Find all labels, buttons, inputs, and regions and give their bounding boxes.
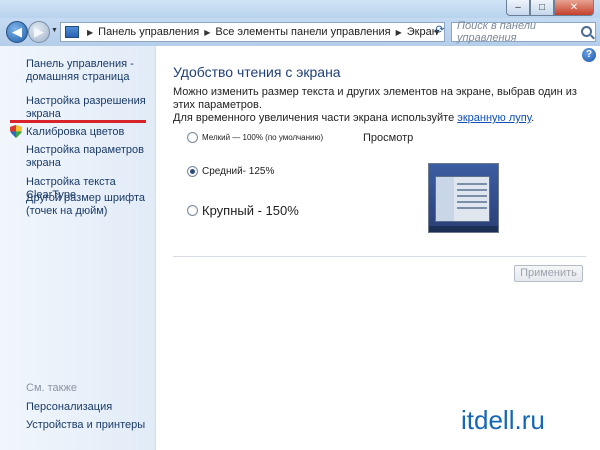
breadcrumb-all-items[interactable]: Все элементы панели управления bbox=[215, 26, 390, 38]
sidebar-item-resolution[interactable]: Настройка разрешения экрана bbox=[26, 95, 146, 121]
preview-label: Просмотр bbox=[363, 132, 414, 144]
preview-window bbox=[435, 176, 490, 222]
chevron-right-icon[interactable]: ▶ bbox=[396, 28, 402, 37]
sidebar-item-devices[interactable]: Устройства и принтеры bbox=[26, 419, 145, 432]
main-content: ? Удобство чтения с экрана Можно изменит… bbox=[157, 46, 600, 450]
forward-button[interactable]: ▶ bbox=[28, 21, 50, 43]
navigation-bar: ◀ ▶ ▼ ▶ Панель управления ▶ Все элементы… bbox=[0, 18, 600, 46]
option-small-label: Мелкий — 100% (по умолчанию) bbox=[202, 133, 324, 142]
option-large[interactable]: Крупный - 150% bbox=[187, 203, 299, 218]
shield-icon bbox=[10, 125, 22, 138]
option-medium-label: Средний- 125% bbox=[202, 166, 275, 177]
preview-image bbox=[428, 163, 499, 233]
search-placeholder: Поиск в панели управления bbox=[457, 20, 537, 44]
help-icon[interactable]: ? bbox=[582, 48, 596, 62]
maximize-button[interactable]: □ bbox=[530, 0, 554, 16]
address-bar[interactable]: ▶ Панель управления ▶ Все элементы панел… bbox=[60, 22, 445, 42]
highlight-underline bbox=[10, 120, 146, 123]
refresh-icon[interactable]: ⟳ bbox=[433, 23, 447, 41]
option-small[interactable]: Мелкий — 100% (по умолчанию) bbox=[187, 132, 323, 143]
magnifier-link[interactable]: экранную лупу bbox=[457, 112, 531, 124]
chevron-right-icon[interactable]: ▶ bbox=[87, 28, 93, 37]
divider bbox=[173, 256, 586, 257]
sidebar-item-display-settings[interactable]: Настройка параметров экрана bbox=[26, 144, 144, 170]
sidebar-item-personalization[interactable]: Персонализация bbox=[26, 401, 112, 414]
sidebar-item-calibrate[interactable]: Калибровка цветов bbox=[26, 126, 124, 139]
chevron-right-icon[interactable]: ▶ bbox=[204, 28, 210, 37]
see-also-heading: См. также bbox=[26, 382, 77, 394]
page-description: Можно изменить размер текста и других эл… bbox=[173, 86, 577, 124]
apply-button[interactable]: Применить bbox=[514, 265, 583, 282]
radio-large[interactable] bbox=[187, 205, 198, 216]
sidebar-item-font-size[interactable]: Другой размер шрифта (точек на дюйм) bbox=[26, 192, 145, 218]
recent-pages-dropdown-icon[interactable]: ▼ bbox=[51, 27, 58, 34]
search-input[interactable]: Поиск в панели управления bbox=[451, 20, 596, 44]
close-button[interactable]: ✕ bbox=[554, 0, 594, 16]
option-large-label: Крупный - 150% bbox=[202, 203, 299, 218]
search-icon[interactable] bbox=[581, 26, 592, 37]
minimize-button[interactable]: ‒ bbox=[506, 0, 530, 16]
sidebar-item-home[interactable]: Панель управления - домашняя страница bbox=[26, 58, 134, 84]
watermark: itdell.ru bbox=[461, 405, 545, 435]
radio-small[interactable] bbox=[187, 132, 198, 143]
breadcrumb-control-panel[interactable]: Панель управления bbox=[98, 26, 199, 38]
title-bar: ‒ □ ✕ bbox=[0, 0, 600, 18]
radio-medium[interactable] bbox=[187, 166, 198, 177]
window-controls: ‒ □ ✕ bbox=[506, 0, 594, 16]
page-title: Удобство чтения с экрана bbox=[173, 64, 341, 80]
back-button[interactable]: ◀ bbox=[6, 21, 28, 43]
option-medium[interactable]: Средний- 125% bbox=[187, 166, 274, 177]
control-panel-icon bbox=[65, 26, 79, 38]
sidebar: Панель управления - домашняя страница На… bbox=[0, 46, 156, 450]
